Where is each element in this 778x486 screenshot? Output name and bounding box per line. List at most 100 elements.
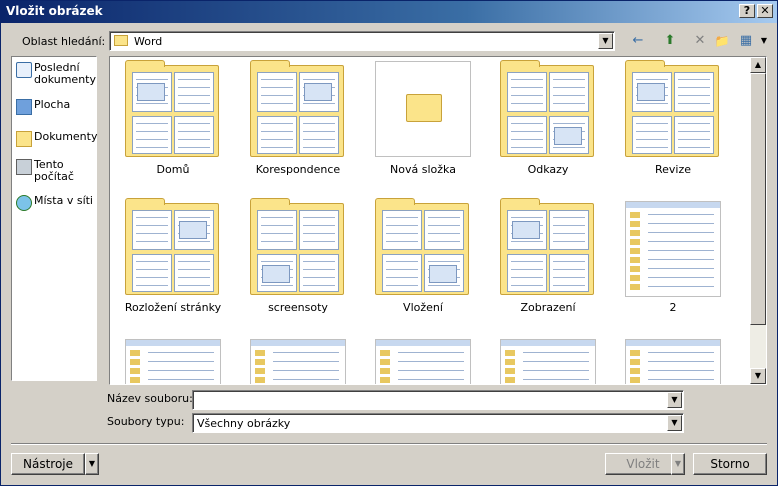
recent-icon	[16, 62, 32, 78]
folder-icon	[114, 35, 128, 46]
dialog-title: Vložit obrázek	[6, 4, 103, 18]
file-type-select[interactable]: Všechny obrázky ▼	[192, 413, 684, 433]
chevron-down-icon[interactable]: ▼	[667, 392, 682, 408]
documents-icon	[16, 131, 32, 147]
image-preview	[125, 339, 221, 384]
help-button[interactable]: ?	[739, 4, 755, 18]
views-dropdown-icon[interactable]: ▼	[755, 32, 773, 50]
file-item[interactable]: Korespondence	[235, 59, 355, 189]
place-network[interactable]: Místa v síti	[14, 193, 96, 227]
chevron-down-icon[interactable]: ▼	[667, 415, 682, 431]
computer-icon	[16, 159, 32, 175]
places-bar: Poslední dokumenty Plocha Dokumenty Tent…	[11, 56, 97, 381]
file-thumbnail	[250, 198, 346, 295]
file-name: 2	[669, 301, 677, 314]
file-item[interactable]: Revize	[610, 59, 730, 189]
place-label: Tento počítač	[34, 158, 74, 183]
tools-button[interactable]: Nástroje	[11, 453, 85, 475]
file-thumbnail	[125, 60, 221, 157]
file-item[interactable]	[110, 335, 230, 384]
file-item[interactable]	[235, 335, 355, 384]
look-in-value: Word	[134, 35, 163, 48]
views-icon[interactable]: ▦	[737, 32, 755, 50]
scroll-thumb[interactable]	[750, 73, 766, 325]
folder-icon	[125, 198, 219, 295]
file-thumbnail	[375, 61, 471, 157]
file-item[interactable]: Zobrazení	[485, 197, 605, 327]
file-thumbnail	[125, 198, 221, 295]
close-button[interactable]: ✕	[757, 4, 773, 18]
empty-folder-frame	[375, 61, 471, 157]
image-preview	[625, 339, 721, 384]
file-name: Domů	[156, 163, 190, 176]
vertical-scrollbar[interactable]: ▲ ▼	[750, 57, 766, 384]
folder-icon	[125, 60, 219, 157]
cancel-button[interactable]: Storno	[693, 453, 767, 475]
file-name: Odkazy	[527, 163, 569, 176]
folder-icon	[406, 94, 442, 122]
file-name: Vložení	[403, 301, 443, 314]
file-item[interactable]	[485, 335, 605, 384]
delete-icon[interactable]: ✕	[691, 32, 709, 50]
up-folder-icon[interactable]: ⬆	[661, 32, 679, 50]
place-label: Dokumenty	[34, 130, 98, 143]
image-preview	[625, 201, 721, 297]
look-in-combo[interactable]: Word ▼	[109, 31, 615, 51]
file-item[interactable]	[360, 335, 480, 384]
folder-icon	[250, 198, 344, 295]
folder-icon	[500, 198, 594, 295]
dialog-window: Vložit obrázek ? ✕ Oblast hledání: Word …	[0, 0, 778, 486]
file-thumbnail	[125, 337, 221, 384]
title-bar[interactable]: Vložit obrázek ? ✕	[1, 1, 777, 23]
desktop-icon	[16, 99, 32, 115]
place-recent[interactable]: Poslední dokumenty	[14, 60, 96, 94]
look-in-label: Oblast hledání:	[22, 35, 106, 48]
file-thumbnail	[500, 60, 596, 157]
file-type-value: Všechny obrázky	[197, 417, 291, 430]
file-name: Korespondence	[255, 163, 341, 176]
file-name-input[interactable]: ▼	[192, 390, 684, 410]
file-item[interactable]: Odkazy	[485, 59, 605, 189]
network-icon	[16, 195, 32, 211]
file-item[interactable]: Rozložení stránky	[110, 197, 230, 327]
file-thumbnail	[375, 198, 471, 295]
place-desktop[interactable]: Plocha	[14, 97, 96, 131]
file-type-label: Soubory typu:	[107, 415, 185, 428]
file-grid: Domů Korespondence Nová složka Odkazy Revize…	[110, 57, 750, 384]
file-name-label: Název souboru:	[107, 392, 193, 405]
file-thumbnail	[625, 199, 721, 297]
file-thumbnail	[625, 60, 721, 157]
file-thumbnail	[625, 337, 721, 384]
file-name: Rozložení stránky	[124, 301, 222, 314]
folder-icon	[250, 60, 344, 157]
new-folder-icon[interactable]: 📁	[713, 32, 731, 50]
file-item[interactable]	[610, 335, 730, 384]
file-item[interactable]: Vložení	[360, 197, 480, 327]
place-computer[interactable]: Tento počítač	[14, 157, 96, 191]
image-preview	[375, 339, 471, 384]
file-name: screensoty	[268, 301, 328, 314]
file-item[interactable]: Nová složka	[360, 59, 480, 189]
folder-icon	[500, 60, 594, 157]
file-item[interactable]: Domů	[110, 59, 230, 189]
insert-dropdown-icon[interactable]: ▼	[671, 453, 685, 475]
chevron-down-icon[interactable]: ▼	[598, 33, 613, 49]
file-name: Revize	[654, 163, 692, 176]
folder-icon	[375, 198, 469, 295]
image-preview	[500, 339, 596, 384]
file-list-view[interactable]: Domů Korespondence Nová složka Odkazy Revize…	[109, 56, 767, 385]
image-preview	[250, 339, 346, 384]
file-item[interactable]: 2	[610, 197, 730, 327]
file-thumbnail	[500, 198, 596, 295]
tools-dropdown-icon[interactable]: ▼	[85, 453, 99, 475]
scroll-down-button[interactable]: ▼	[750, 368, 766, 384]
scroll-up-button[interactable]: ▲	[750, 57, 766, 73]
place-label: Místa v síti	[34, 194, 93, 207]
file-item[interactable]: screensoty	[235, 197, 355, 327]
file-thumbnail	[375, 337, 471, 384]
back-icon[interactable]: ←	[629, 32, 647, 50]
file-name: Zobrazení	[520, 301, 576, 314]
divider	[11, 443, 767, 445]
file-name: Nová složka	[390, 163, 456, 176]
insert-button[interactable]: Vložit	[605, 453, 681, 475]
